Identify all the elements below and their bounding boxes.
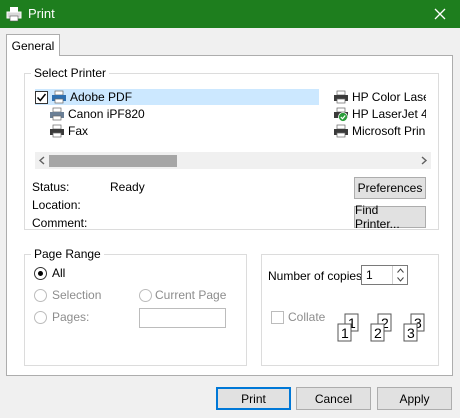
svg-text:2: 2 <box>374 325 382 341</box>
default-printer-icon <box>334 107 348 122</box>
radio-selected-dot <box>38 271 43 276</box>
pages-label[interactable]: Pages: <box>52 310 89 324</box>
selection-radio[interactable] <box>34 289 47 302</box>
svg-text:3: 3 <box>407 325 415 341</box>
collate-checkbox[interactable] <box>271 311 284 324</box>
scrollbar-thumb[interactable] <box>49 155 177 167</box>
tab-general[interactable]: General <box>6 34 60 56</box>
printer-name: Canon iPF820 <box>68 107 145 121</box>
copies-value[interactable]: 1 <box>366 268 373 282</box>
chevron-up-icon <box>396 268 404 273</box>
printer-name: HP LaserJet 43 <box>352 107 426 121</box>
scroll-right-icon[interactable] <box>420 156 428 165</box>
printer-name: HP Color Lase <box>352 90 426 104</box>
status-label: Status: <box>32 180 70 194</box>
copies-spinner[interactable]: 1 <box>361 265 408 285</box>
cancel-button[interactable]: Cancel <box>296 387 371 410</box>
location-label: Location: <box>32 198 81 212</box>
select-printer-legend: Select Printer <box>31 66 110 80</box>
printer-name: Microsoft Prin <box>352 124 426 138</box>
printer-name: Fax <box>68 124 89 138</box>
spin-down-button[interactable] <box>393 275 407 284</box>
apply-button[interactable]: Apply <box>377 387 452 410</box>
page-range-legend: Page Range <box>31 247 104 261</box>
printer-item-canon-ipf820[interactable]: Canon iPF820 <box>48 106 248 122</box>
scroll-left-icon[interactable] <box>38 156 46 165</box>
pages-input[interactable] <box>139 308 226 328</box>
printer-checkbox[interactable] <box>35 90 48 104</box>
select-printer-group: Select Printer Adobe PDF Canon iPF820 Fa… <box>24 66 439 231</box>
printer-item-adobe-pdf[interactable]: Adobe PDF <box>35 89 319 105</box>
printer-item-microsoft-print[interactable]: Microsoft Prin <box>332 123 426 139</box>
svg-text:1: 1 <box>341 325 349 341</box>
printer-item-fax[interactable]: Fax <box>48 123 248 139</box>
printer-name: Adobe PDF <box>70 90 133 104</box>
printer-icon <box>334 124 348 138</box>
window-title: Print <box>28 6 55 21</box>
close-icon <box>434 8 446 20</box>
chevron-down-icon <box>396 277 404 282</box>
print-button[interactable]: Print <box>216 387 291 410</box>
all-radio[interactable] <box>34 267 47 280</box>
tab-label: General <box>11 38 55 53</box>
comment-label: Comment: <box>32 216 88 230</box>
collate-pages-illustration: 1 1 2 2 3 3 <box>337 313 425 342</box>
checkmark-icon <box>36 93 47 102</box>
printer-icon <box>52 90 66 104</box>
pages-radio[interactable] <box>34 311 47 324</box>
spin-up-button[interactable] <box>393 266 407 275</box>
copies-label: Number of copies: <box>268 269 366 283</box>
printer-item-hp-laserjet[interactable]: HP LaserJet 43 <box>332 106 426 122</box>
current-page-label[interactable]: Current Page <box>155 288 226 302</box>
printer-icon <box>6 7 22 22</box>
spin-arrows <box>392 266 407 284</box>
status-value: Ready <box>110 180 145 194</box>
preferences-button[interactable]: Preferences <box>354 177 426 199</box>
printer-item-hp-color[interactable]: HP Color Lase <box>332 89 426 105</box>
all-label[interactable]: All <box>52 266 65 280</box>
fax-icon <box>50 124 64 138</box>
title-bar: Print <box>0 0 460 28</box>
close-button[interactable] <box>420 0 460 28</box>
printer-icon <box>334 90 348 104</box>
print-dialog: Print General Select Printer Adobe PDF C… <box>0 0 460 418</box>
find-printer-button[interactable]: Find Printer... <box>354 203 426 231</box>
collate-label[interactable]: Collate <box>288 310 325 324</box>
current-page-radio[interactable] <box>139 289 152 302</box>
selection-label[interactable]: Selection <box>52 288 101 302</box>
page-range-group: Page Range All Selection Current Page Pa… <box>24 247 247 366</box>
printer-list-scrollbar[interactable] <box>35 152 431 169</box>
tab-panel-general: Select Printer Adobe PDF Canon iPF820 Fa… <box>6 55 453 376</box>
printer-icon <box>50 107 64 121</box>
copies-group: Number of copies: 1 Collate 1 1 2 2 3 3 <box>261 254 439 366</box>
